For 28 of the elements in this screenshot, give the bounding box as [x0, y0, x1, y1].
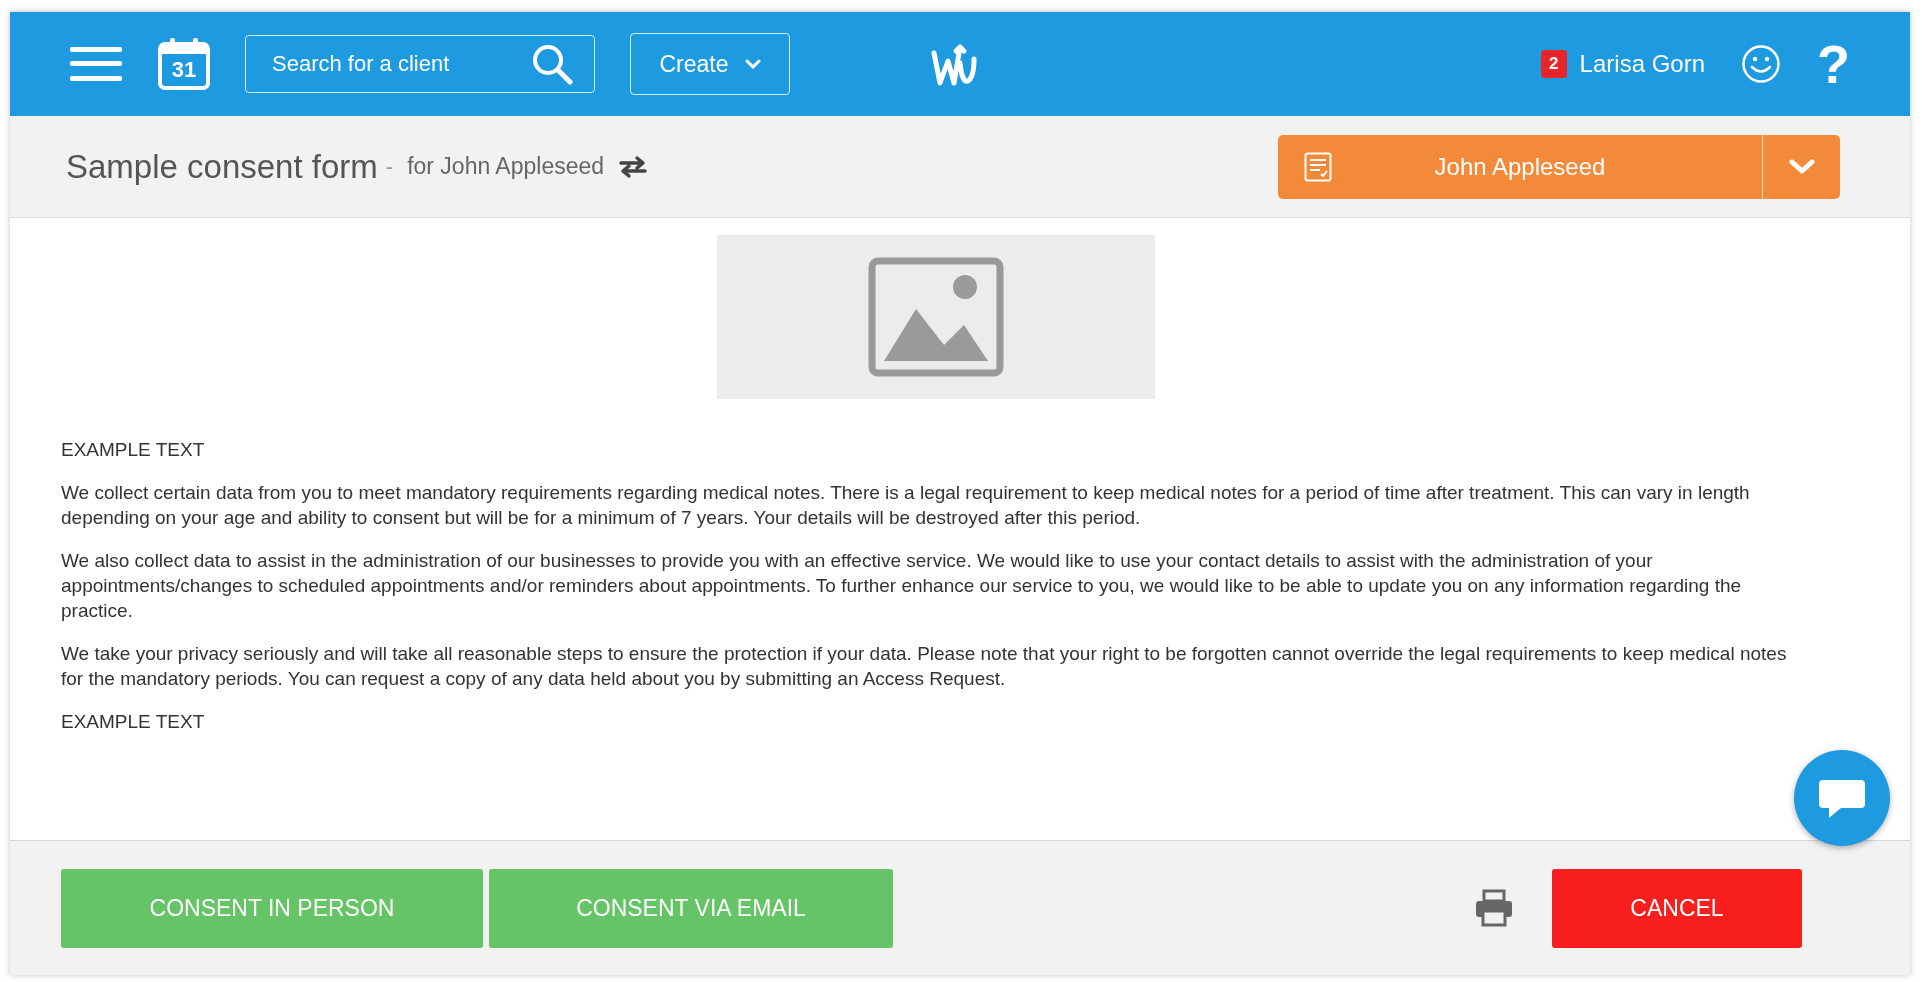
cancel-button[interactable]: CANCEL: [1552, 868, 1802, 948]
client-button[interactable]: John Appleseed: [1278, 134, 1762, 199]
form-icon: [1304, 151, 1332, 182]
swap-icon[interactable]: [618, 154, 649, 179]
menu-icon[interactable]: [70, 47, 122, 81]
print-icon[interactable]: [1474, 889, 1514, 927]
chat-button[interactable]: [1794, 750, 1890, 846]
help-button[interactable]: ?: [1817, 37, 1850, 91]
image-icon: [867, 257, 1004, 377]
user-name[interactable]: Larisa Gorn: [1579, 46, 1705, 82]
paragraph: EXAMPLE TEXT: [61, 710, 206, 734]
consent-button[interactable]: CONSENT VIA EMAIL: [489, 868, 893, 948]
notification-badge[interactable]: 2: [1540, 50, 1567, 78]
client-dropdown-button[interactable]: [1762, 134, 1840, 199]
paragraph: We collect certain data from you to meet mandatory requirements regarding medical notes. There is a legal requirement to keep medical notes for a period of time after treatment. This can vary in length depending on your age and ability to consent but will be for a minimum of 7 years. Your details will be destroyed after this period.: [61, 481, 1751, 530]
smiley-icon[interactable]: [1741, 44, 1781, 84]
search-icon[interactable]: [531, 43, 573, 85]
consent-button[interactable]: CONSENT IN PERSON: [61, 868, 483, 948]
paragraph: EXAMPLE TEXT: [61, 438, 206, 462]
paragraph: We take your privacy seriously and will take all reasonable steps to ensure the protection if your data. Please note that your right to be forgotten cannot override the legal requirements to keep medical notes for the mandatory periods. You can request a copy of any data held about you by submitting an Access Request.: [61, 642, 1788, 691]
chevron-down-icon: [744, 59, 761, 69]
form-title: Sample consent form: [66, 146, 378, 187]
form-subtitle: for John Appleseed: [407, 152, 605, 182]
create-button[interactable]: Create: [630, 33, 790, 95]
chevron-down-icon: [1788, 158, 1815, 175]
search-field[interactable]: Search for a client: [245, 35, 595, 93]
separator: -: [385, 153, 394, 181]
paragraph: We also collect data to assist in the administration of our businesses to provide you with an effective service. We would like to use your contact details to assist with the administration of your appointments/changes to scheduled appointments and/or reminders about appointments. To further enhance our service to you, we would like to be able to update you on any information regarding the practice.: [61, 549, 1743, 623]
